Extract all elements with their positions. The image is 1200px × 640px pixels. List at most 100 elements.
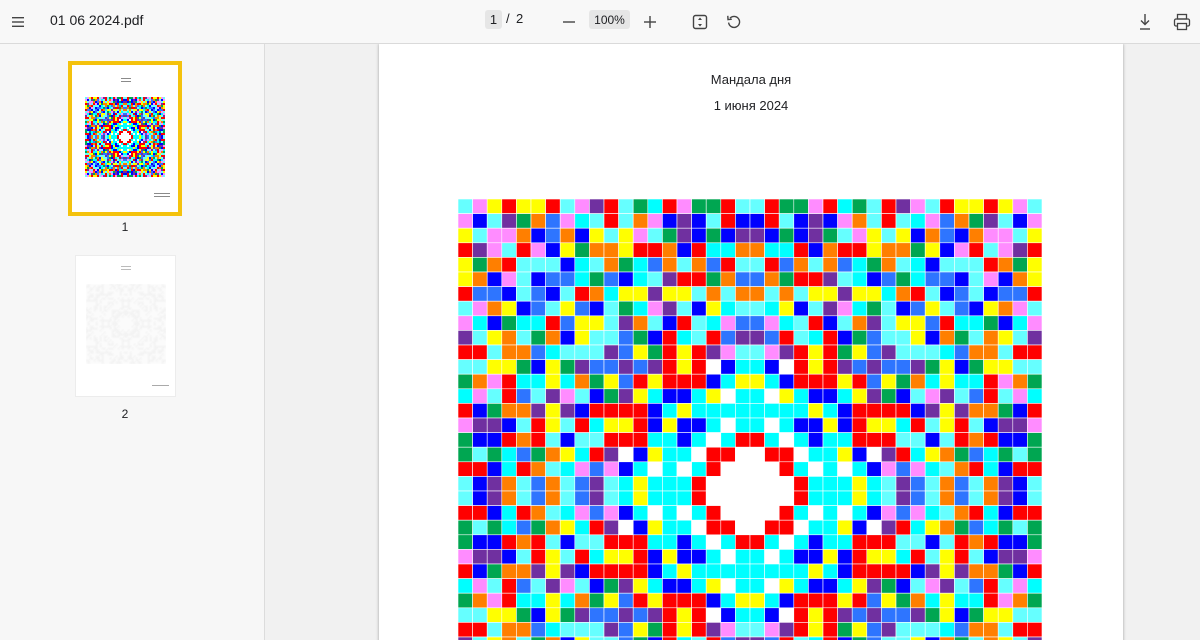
mandala-cell <box>603 403 619 419</box>
mandala-cell <box>145 165 147 167</box>
download-button[interactable] <box>1131 8 1159 36</box>
mandala-cell <box>85 151 87 153</box>
mandala-cell <box>589 257 605 273</box>
mandala-cell <box>145 143 147 145</box>
page-thumbnail-1[interactable] <box>68 61 182 216</box>
mandala-cell <box>87 284 91 287</box>
mandala-cell <box>111 311 115 315</box>
zoom-out-button[interactable] <box>555 8 583 36</box>
mandala-cell <box>808 446 824 463</box>
mandala-cell <box>113 165 115 167</box>
mandala-cell <box>97 159 99 161</box>
mandala-cell <box>91 127 93 129</box>
mandala-cell <box>111 159 113 161</box>
mandala-cell <box>910 490 926 506</box>
mandala-cell <box>87 319 91 323</box>
mandala-cell <box>939 257 955 273</box>
mandala-cell <box>107 299 111 303</box>
mandala-cell <box>87 167 89 169</box>
mandala-cell <box>161 323 165 327</box>
mandala-cell <box>559 315 576 331</box>
mandala-cell <box>89 139 91 141</box>
mandala-cell <box>159 349 163 353</box>
mandala-cell <box>822 330 838 346</box>
mandala-cell <box>153 159 155 161</box>
mandala-cell <box>125 125 127 127</box>
mandala-cell <box>131 293 135 297</box>
mandala-cell <box>851 461 868 477</box>
mandala-cell <box>139 295 143 299</box>
document-viewer[interactable]: Мандала дня 1 июня 2024 <box>266 44 1200 640</box>
mandala-cell <box>147 127 149 129</box>
mandala-cell <box>147 347 151 351</box>
mandala-cell <box>101 129 103 131</box>
page-number-input[interactable] <box>485 10 502 29</box>
mandala-cell <box>157 105 159 107</box>
zoom-in-button[interactable] <box>636 8 664 36</box>
mandala-cell <box>155 141 157 143</box>
mandala-cell <box>155 133 157 135</box>
fit-to-page-button[interactable] <box>686 8 714 36</box>
mandala-cell <box>141 141 143 143</box>
mandala-cell <box>135 127 137 129</box>
mandala-cell <box>107 141 109 143</box>
mandala-cell <box>123 311 127 315</box>
mandala-cell <box>107 129 109 131</box>
mandala-cell <box>155 153 157 155</box>
rotate-button[interactable] <box>720 8 748 36</box>
mandala-cell <box>157 313 161 317</box>
mandala-cell <box>117 285 121 289</box>
mandala-cell <box>115 347 119 351</box>
zoom-level-input[interactable] <box>589 10 630 29</box>
mandala-cell <box>86 297 89 301</box>
mandala-cell <box>141 353 145 357</box>
mandala-cell <box>954 227 970 244</box>
mandala-cell <box>662 417 678 433</box>
mandala-cell <box>101 121 103 123</box>
mandala-cell <box>764 519 780 536</box>
mandala-cell <box>143 125 145 127</box>
mandala-cell <box>101 351 105 355</box>
mandala-cell <box>530 622 546 638</box>
mandala-cell <box>133 357 137 361</box>
mandala-cell <box>123 151 125 153</box>
mandala-cell <box>764 476 780 492</box>
mandala-cell <box>113 143 115 145</box>
mandala-cell <box>121 335 125 339</box>
mandala-cell <box>145 113 147 115</box>
page-thumbnail-2[interactable] <box>75 255 176 397</box>
mandala-cell <box>149 145 151 147</box>
mandala-cell <box>764 344 780 360</box>
mandala-cell <box>125 97 127 99</box>
mandala-cell <box>87 173 89 175</box>
mandala-cell <box>545 227 561 244</box>
mandala-cell <box>151 341 155 345</box>
mandala-cell <box>105 143 107 145</box>
mandala-cell <box>530 388 546 404</box>
mandala-cell <box>89 343 93 347</box>
mandala-cell <box>151 97 153 99</box>
mandala-cell <box>115 345 119 349</box>
print-button[interactable] <box>1168 8 1196 36</box>
mandala-cell <box>145 161 147 163</box>
mandala-cell <box>113 303 117 307</box>
mandala-cell <box>159 111 161 113</box>
mandala-cell <box>1027 432 1043 448</box>
mandala-cell <box>155 121 157 123</box>
mandala-cell <box>997 330 1014 346</box>
mandala-cell <box>647 417 663 433</box>
mandala-cell <box>119 285 123 289</box>
mandala-cell <box>119 97 121 99</box>
mandala-cell <box>1012 227 1028 244</box>
mandala-cell <box>159 357 163 361</box>
mandala-cell <box>109 289 113 293</box>
mandala-cell <box>91 115 93 117</box>
mandala-cell <box>458 271 473 287</box>
mandala-cell <box>109 165 111 167</box>
mandala-cell <box>161 291 165 295</box>
mandala-cell <box>153 323 157 327</box>
mandala-cell <box>107 331 111 335</box>
menu-button[interactable] <box>4 8 32 36</box>
mandala-cell <box>139 117 141 119</box>
mandala-cell <box>516 417 532 433</box>
